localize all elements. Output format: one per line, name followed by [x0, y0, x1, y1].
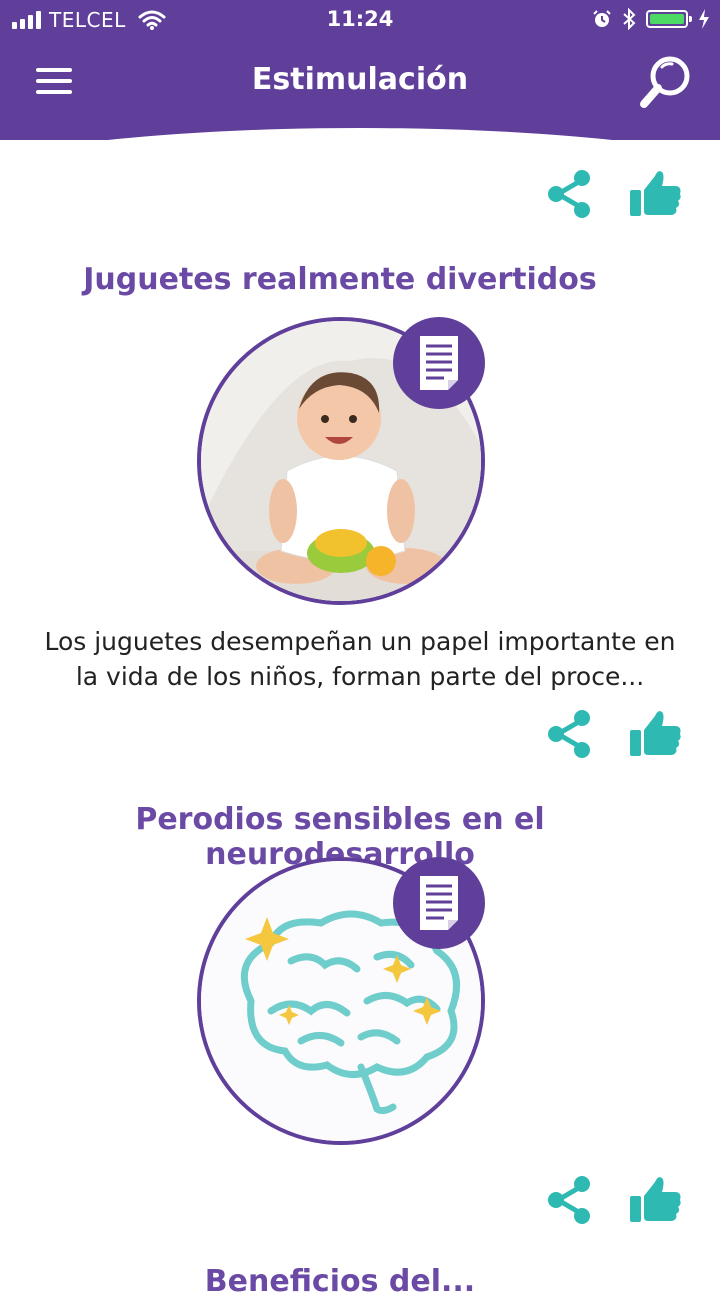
- status-indicators: [592, 8, 710, 30]
- card-thumbnail[interactable]: [197, 317, 485, 605]
- bluetooth-icon: [623, 8, 636, 30]
- document-icon: [393, 317, 485, 409]
- app-header: TELCEL 11:24 Estimulación: [0, 0, 720, 140]
- card-title[interactable]: Beneficios del...: [0, 1264, 680, 1299]
- card-title[interactable]: Juguetes realmente divertidos: [0, 262, 680, 297]
- thumbs-up-icon[interactable]: [628, 1172, 684, 1228]
- share-icon[interactable]: [542, 166, 598, 222]
- card-thumbnail[interactable]: [197, 857, 485, 1145]
- status-bar: TELCEL 11:24: [0, 0, 720, 40]
- card-2-actions: [542, 1172, 684, 1228]
- thumbs-up-icon[interactable]: [628, 166, 684, 222]
- card-0-actions: [542, 166, 684, 222]
- card-description: Los juguetes desempeñan un papel importa…: [44, 627, 676, 691]
- battery-icon: [646, 10, 692, 28]
- card-1-actions: [542, 706, 684, 762]
- document-icon: [393, 857, 485, 949]
- search-icon[interactable]: [636, 54, 696, 110]
- share-icon[interactable]: [542, 1172, 598, 1228]
- alarm-icon: [593, 10, 611, 27]
- thumbs-up-icon[interactable]: [628, 706, 684, 762]
- share-icon[interactable]: [542, 706, 598, 762]
- charging-icon: [699, 9, 709, 29]
- page-title: Estimulación: [251, 62, 469, 97]
